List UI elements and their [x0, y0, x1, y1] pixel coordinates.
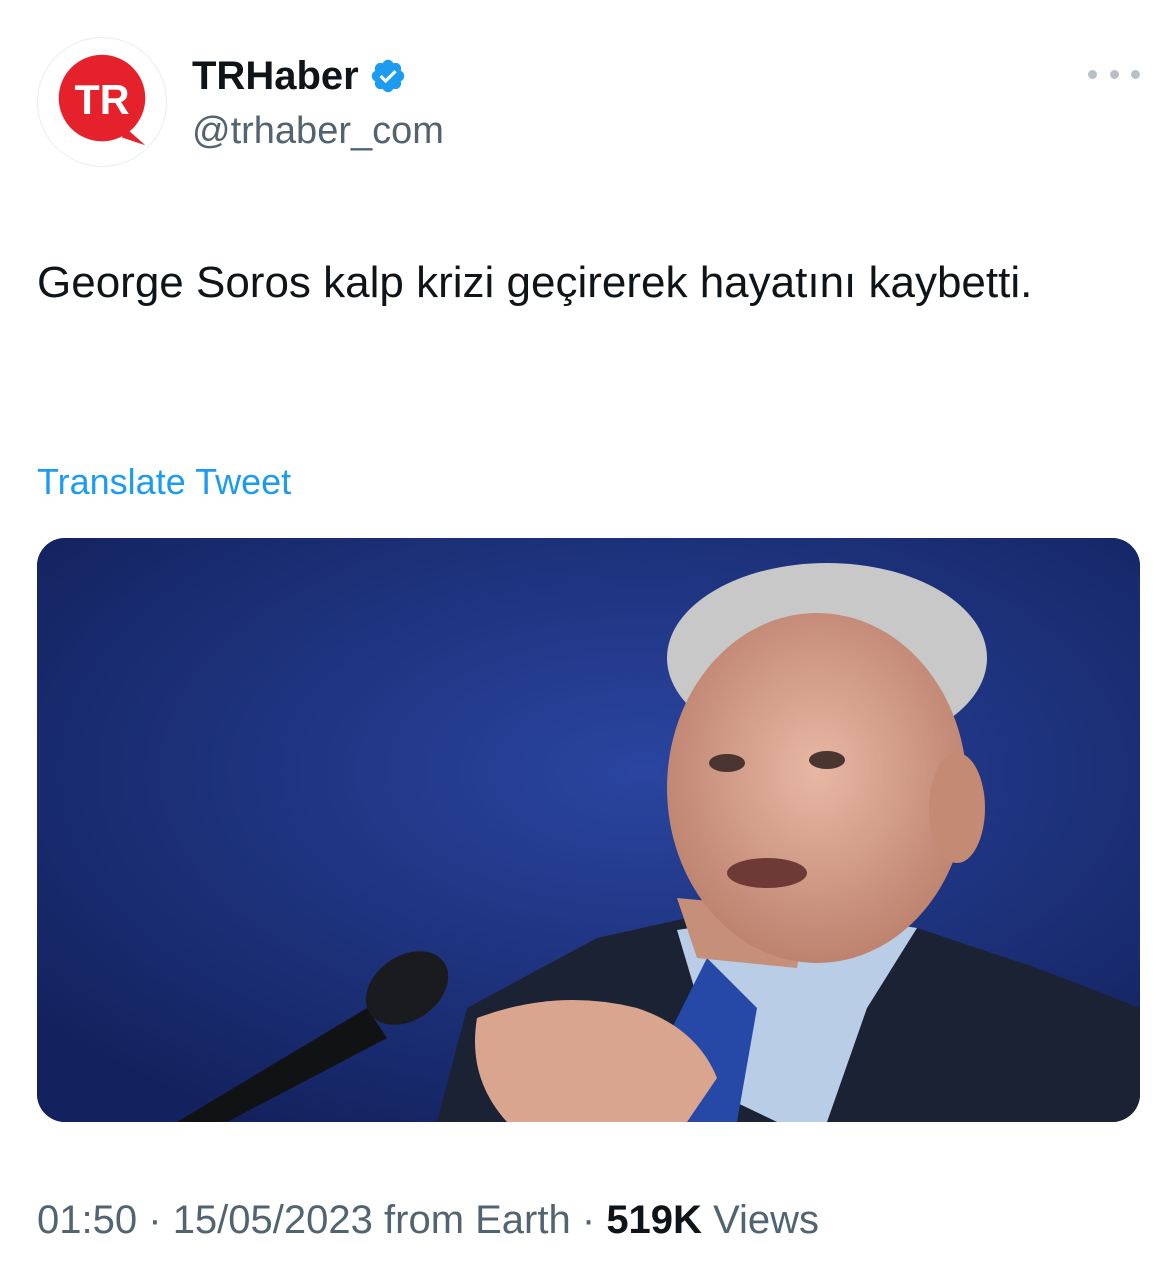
tweet-date[interactable]: 15/05/2023 — [173, 1198, 373, 1242]
verified-badge-icon — [369, 57, 407, 95]
avatar-logo-text: TR — [74, 77, 129, 123]
author-name[interactable]: TRHaber — [192, 52, 407, 100]
tweet-source: from Earth — [384, 1198, 571, 1242]
more-options-icon[interactable] — [1084, 54, 1144, 94]
tweet-photo[interactable] — [37, 538, 1140, 1122]
meta-separator: · — [148, 1198, 162, 1242]
more-dot — [1109, 69, 1119, 79]
author-display-name[interactable]: TRHaber — [192, 52, 359, 100]
more-dot — [1131, 69, 1140, 79]
tweet-time[interactable]: 01:50 — [37, 1198, 137, 1242]
translate-tweet-link[interactable]: Translate Tweet — [37, 460, 291, 504]
photo-image — [37, 538, 1140, 1122]
views-label[interactable]: Views — [713, 1198, 819, 1242]
tr-logo-icon: TR — [44, 44, 160, 160]
avatar[interactable]: TR — [37, 37, 167, 167]
author-handle[interactable]: @trhaber_com — [192, 108, 444, 154]
views-count[interactable]: 519K — [606, 1198, 702, 1242]
meta-separator: · — [581, 1198, 596, 1242]
more-dot — [1088, 69, 1097, 79]
tweet-meta: 01:50 · 15/05/2023 from Earth · 519K Vie… — [37, 1196, 819, 1244]
tweet-text: George Soros kalp krizi geçirerek hayatı… — [37, 258, 1033, 307]
